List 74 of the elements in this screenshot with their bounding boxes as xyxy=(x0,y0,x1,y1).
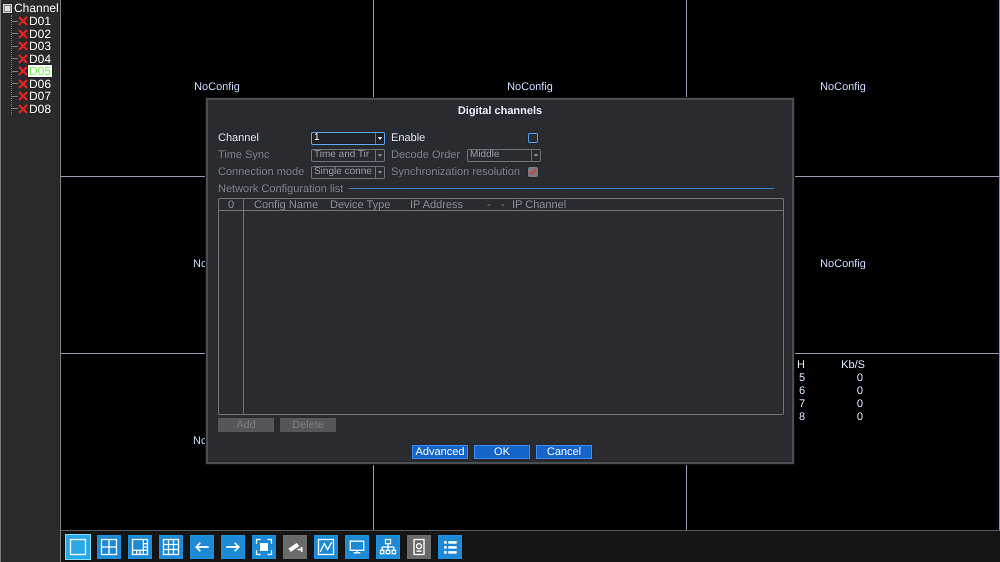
right-arrow-button[interactable] xyxy=(221,534,245,558)
caret-icon xyxy=(375,150,384,160)
column-header: IP Channel xyxy=(512,199,568,210)
grid-view-icon xyxy=(161,536,181,556)
single-view-button[interactable] xyxy=(66,534,90,558)
tree-item[interactable]: D04 xyxy=(28,52,52,65)
stats-header: H xyxy=(797,359,806,372)
field-label: Channel xyxy=(218,132,259,144)
column-header: - xyxy=(487,199,492,210)
grid-view-button[interactable] xyxy=(159,534,183,558)
stats-cell-text: 8 xyxy=(798,411,806,424)
error-icon xyxy=(18,66,28,76)
column-header: IP Address xyxy=(410,199,464,210)
column-header: Config Name xyxy=(253,199,320,210)
tree-item[interactable]: D06 xyxy=(28,78,52,90)
error-icon xyxy=(18,91,28,102)
column-header: Device Type xyxy=(330,199,392,210)
network-icon xyxy=(378,536,398,556)
stats-cell-text: 0 xyxy=(856,372,864,385)
field-label: Synchronization resolution xyxy=(391,166,520,178)
error-icon xyxy=(18,78,28,89)
single-view-icon xyxy=(68,536,88,556)
tree-item[interactable]: D08 xyxy=(28,102,52,115)
dialog-title: Digital channels xyxy=(458,104,542,119)
field-label: Time Sync xyxy=(218,148,270,162)
error-icon xyxy=(18,41,28,52)
tree-item[interactable]: D02 xyxy=(28,28,52,40)
stats-cell-text: 6 xyxy=(798,385,806,398)
dialog-button[interactable]: OK xyxy=(474,445,530,459)
caret-icon xyxy=(375,132,384,144)
field-label: Enable xyxy=(391,132,426,144)
error-icon xyxy=(18,28,28,39)
stats-cell-text: 7 xyxy=(798,398,806,411)
dialog-button[interactable]: Advanced xyxy=(412,445,468,459)
checkmark-icon xyxy=(529,168,537,176)
network-button[interactable] xyxy=(376,534,400,558)
quad-view-button[interactable] xyxy=(97,534,121,558)
dialog-button[interactable]: Cancel xyxy=(536,445,592,459)
field-label: Decode Order xyxy=(391,148,460,162)
fullscreen-icon xyxy=(254,536,274,556)
stats-cell-text: 0 xyxy=(856,398,864,411)
multi-view-button[interactable] xyxy=(128,534,152,558)
left-arrow-button[interactable] xyxy=(190,534,214,558)
list-button[interactable] xyxy=(438,534,462,558)
error-icon xyxy=(18,54,28,64)
stats-header: Kb/S xyxy=(840,359,865,372)
fullscreen-button[interactable] xyxy=(252,534,276,558)
column-header: 0 xyxy=(219,199,244,210)
caret-icon xyxy=(375,166,384,178)
chart-button[interactable] xyxy=(314,534,338,558)
stats-cell-text: 0 xyxy=(856,385,864,398)
error-icon xyxy=(18,16,28,26)
column-header: - xyxy=(501,199,506,210)
multi-view-icon xyxy=(130,536,150,556)
folder-icon xyxy=(3,4,12,13)
channel-status: NoConfig xyxy=(507,82,553,93)
tree-item[interactable]: D07 xyxy=(28,90,52,102)
chart-icon xyxy=(316,536,336,556)
field-label: Connection mode xyxy=(218,166,304,178)
channel-status: NoConfig xyxy=(194,82,240,93)
error-icon xyxy=(18,104,28,114)
monitor-button[interactable] xyxy=(345,534,369,558)
tree-item[interactable]: D03 xyxy=(28,40,52,52)
section-label: Network Configuration list xyxy=(218,182,344,196)
channel-status: NoConfig xyxy=(820,82,866,93)
tree-title: Channel xyxy=(14,2,59,15)
stats-cell-text: 0 xyxy=(856,411,864,424)
quad-view-icon xyxy=(99,536,119,556)
tree-item[interactable]: D01 xyxy=(28,15,52,28)
caret-icon xyxy=(531,150,540,160)
checkbox[interactable] xyxy=(528,133,538,143)
dropdown-field[interactable]: 1 xyxy=(311,132,385,144)
stats-cell-text: 5 xyxy=(798,372,806,385)
channel-status: NoConfig xyxy=(820,259,866,270)
